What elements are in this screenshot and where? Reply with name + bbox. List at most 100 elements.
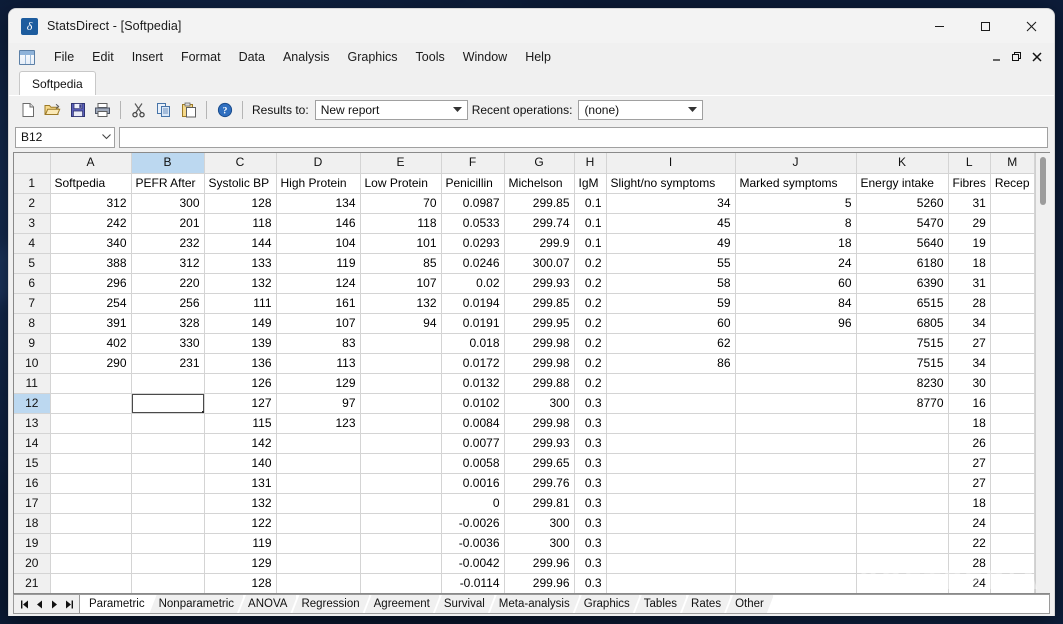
cell-h6[interactable]: 0.2 — [574, 273, 607, 294]
cell-f18[interactable]: -0.0026 — [441, 513, 505, 534]
cell-m19[interactable] — [990, 533, 1035, 554]
menu-item-format[interactable]: Format — [172, 46, 230, 68]
row-header-8[interactable]: 8 — [14, 313, 51, 334]
cell-e12[interactable] — [360, 393, 442, 414]
cell-c13[interactable]: 115 — [204, 413, 277, 434]
cell-a1[interactable]: Softpedia — [50, 173, 132, 194]
cell-j14[interactable] — [735, 433, 857, 454]
cell-c8[interactable]: 149 — [204, 313, 277, 334]
cell-b20[interactable] — [131, 553, 205, 574]
cell-f15[interactable]: 0.0058 — [441, 453, 505, 474]
cell-m9[interactable] — [990, 333, 1035, 354]
cell-h14[interactable]: 0.3 — [574, 433, 607, 454]
last-icon[interactable] — [62, 596, 76, 612]
cell-b17[interactable] — [131, 493, 205, 514]
cell-i2[interactable]: 34 — [606, 193, 736, 214]
sheet-tab-anova[interactable]: ANOVA — [239, 595, 297, 613]
results-to-dropdown[interactable]: New report — [314, 100, 468, 120]
cell-c16[interactable]: 131 — [204, 473, 277, 494]
new-icon[interactable] — [15, 98, 40, 122]
row-header-20[interactable]: 20 — [14, 553, 51, 574]
cell-g4[interactable]: 299.9 — [504, 233, 575, 254]
first-icon[interactable] — [17, 596, 31, 612]
cell-h9[interactable]: 0.2 — [574, 333, 607, 354]
cell-k15[interactable] — [856, 453, 949, 474]
minimize-button[interactable] — [916, 9, 962, 43]
cell-b7[interactable]: 256 — [131, 293, 205, 314]
row-header-19[interactable]: 19 — [14, 533, 51, 554]
cell-g3[interactable]: 299.74 — [504, 213, 575, 234]
cell-f16[interactable]: 0.0016 — [441, 473, 505, 494]
cell-i18[interactable] — [606, 513, 736, 534]
cell-k6[interactable]: 6390 — [856, 273, 949, 294]
row-header-11[interactable]: 11 — [14, 373, 51, 394]
row-header-13[interactable]: 13 — [14, 413, 51, 434]
cell-d4[interactable]: 104 — [276, 233, 361, 254]
cell-k12[interactable]: 8770 — [856, 393, 949, 414]
cell-m13[interactable] — [990, 413, 1035, 434]
cell-f1[interactable]: Penicillin — [441, 173, 505, 194]
cell-a5[interactable]: 388 — [50, 253, 132, 274]
row-header-7[interactable]: 7 — [14, 293, 51, 314]
row-header-10[interactable]: 10 — [14, 353, 51, 374]
sheet-tab-parametric[interactable]: Parametric — [80, 595, 155, 613]
cell-j18[interactable] — [735, 513, 857, 534]
cell-h21[interactable]: 0.3 — [574, 573, 607, 593]
prev-icon[interactable] — [32, 596, 46, 612]
cell-f8[interactable]: 0.0191 — [441, 313, 505, 334]
cell-d12[interactable]: 97 — [276, 393, 361, 414]
cell-m21[interactable] — [990, 573, 1035, 593]
cell-c14[interactable]: 142 — [204, 433, 277, 454]
cell-h2[interactable]: 0.1 — [574, 193, 607, 214]
cell-d17[interactable] — [276, 493, 361, 514]
menu-item-help[interactable]: Help — [516, 46, 560, 68]
cell-k4[interactable]: 5640 — [856, 233, 949, 254]
cell-g2[interactable]: 299.85 — [504, 193, 575, 214]
cell-a15[interactable] — [50, 453, 132, 474]
sheet-tab-meta-analysis[interactable]: Meta-analysis — [490, 595, 580, 613]
cell-b21[interactable] — [131, 573, 205, 593]
cell-i19[interactable] — [606, 533, 736, 554]
vertical-scrollbar[interactable] — [1035, 153, 1050, 593]
cell-c10[interactable]: 136 — [204, 353, 277, 374]
cell-c4[interactable]: 144 — [204, 233, 277, 254]
cell-c15[interactable]: 140 — [204, 453, 277, 474]
cell-e16[interactable] — [360, 473, 442, 494]
save-icon[interactable] — [65, 98, 90, 122]
cell-g7[interactable]: 299.85 — [504, 293, 575, 314]
cell-d16[interactable] — [276, 473, 361, 494]
cell-b10[interactable]: 231 — [131, 353, 205, 374]
cell-d3[interactable]: 146 — [276, 213, 361, 234]
cell-d13[interactable]: 123 — [276, 413, 361, 434]
cell-d18[interactable] — [276, 513, 361, 534]
open-icon[interactable] — [40, 98, 65, 122]
cell-l21[interactable]: 24 — [948, 573, 991, 593]
cell-l1[interactable]: Fibres — [948, 173, 991, 194]
cell-e7[interactable]: 132 — [360, 293, 442, 314]
recent-operations-dropdown[interactable]: (none) — [578, 100, 704, 120]
cell-a19[interactable] — [50, 533, 132, 554]
cell-g5[interactable]: 300.07 — [504, 253, 575, 274]
cell-i7[interactable]: 59 — [606, 293, 736, 314]
cell-d10[interactable]: 113 — [276, 353, 361, 374]
cell-k13[interactable] — [856, 413, 949, 434]
column-header-k[interactable]: K — [856, 153, 949, 174]
cell-d15[interactable] — [276, 453, 361, 474]
cell-l7[interactable]: 28 — [948, 293, 991, 314]
cell-c2[interactable]: 128 — [204, 193, 277, 214]
cell-h10[interactable]: 0.2 — [574, 353, 607, 374]
cell-h11[interactable]: 0.2 — [574, 373, 607, 394]
cell-j16[interactable] — [735, 473, 857, 494]
mdi-close-button[interactable] — [1028, 47, 1046, 67]
cell-d2[interactable]: 134 — [276, 193, 361, 214]
cell-l15[interactable]: 27 — [948, 453, 991, 474]
cell-b8[interactable]: 328 — [131, 313, 205, 334]
cell-j17[interactable] — [735, 493, 857, 514]
cell-d9[interactable]: 83 — [276, 333, 361, 354]
cell-k21[interactable] — [856, 573, 949, 593]
cell-a9[interactable]: 402 — [50, 333, 132, 354]
cell-m2[interactable] — [990, 193, 1035, 214]
cell-m16[interactable] — [990, 473, 1035, 494]
cell-c7[interactable]: 111 — [204, 293, 277, 314]
cell-i1[interactable]: Slight/no symptoms — [606, 173, 736, 194]
